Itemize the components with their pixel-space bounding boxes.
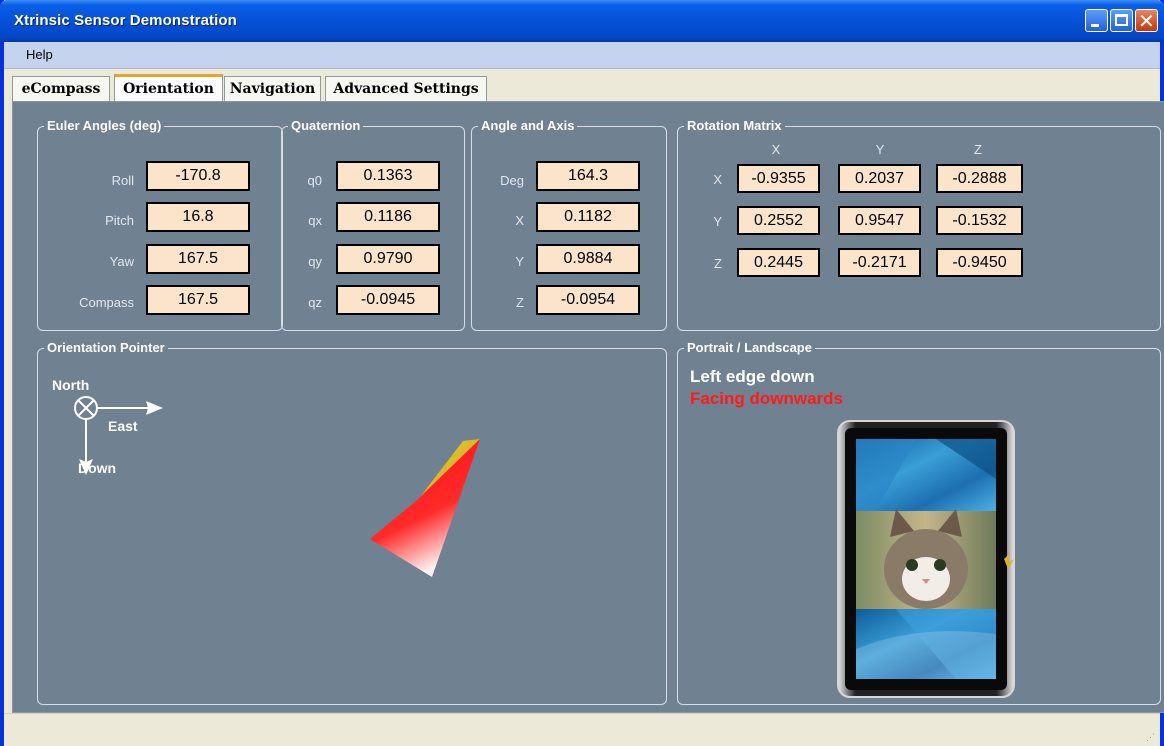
tab-navigation[interactable]: Navigation [224,76,321,101]
status-bar: ⋰ [4,713,1160,746]
matrix-xz: -0.2888 [936,164,1023,193]
yaw-label: Yaw [109,254,134,269]
roll-value: -170.8 [146,161,250,191]
orientation-panel: Euler Angles (deg) Roll -170.8 Pitch 16.… [12,101,1164,713]
qz-label: qz [308,295,322,310]
north-label: North [52,377,90,393]
close-button[interactable]: ✕ [1135,9,1158,33]
resize-grip-icon[interactable]: ⋰ [1146,732,1156,742]
matrix-row-x-label: X [713,172,722,187]
axis-z-label: Z [516,295,524,310]
qz-value: -0.0945 [336,285,440,315]
minimize-icon [1091,24,1099,27]
roll-label: Roll [111,173,134,188]
portrait-landscape-title: Portrait / Landscape [684,340,815,355]
matrix-xx: -0.9355 [737,164,820,193]
matrix-yz: -0.1532 [936,206,1023,235]
pitch-label: Pitch [105,213,134,228]
edge-status-text: Left edge down [690,367,815,386]
east-arrow-icon [98,401,163,415]
tablet-screen [856,439,996,679]
rotation-matrix-title: Rotation Matrix [684,118,785,133]
axis-x-label: X [515,213,524,228]
orientation-pointer-group: Orientation Pointer North East Down [37,340,667,705]
matrix-zz: -0.9450 [936,248,1023,277]
matrix-col-y: Y [875,142,885,157]
minimize-button[interactable] [1085,9,1108,32]
rotation-matrix-group: Rotation Matrix X Y Z X -0.9355 0.2037 -… [677,118,1161,331]
yaw-value: 167.5 [146,244,250,274]
matrix-yy: 0.9547 [838,206,921,235]
window-title: Xtrinsic Sensor Demonstration [14,12,237,29]
east-label: East [108,418,138,434]
menu-help[interactable]: Help [26,47,53,62]
qx-value: 0.1186 [336,202,440,232]
compass-value: 167.5 [146,285,250,315]
close-icon: ✕ [1138,9,1155,33]
matrix-zy: -0.2171 [838,248,921,277]
maximize-button[interactable] [1110,9,1133,32]
maximize-icon [1115,14,1128,26]
deg-label: Deg [500,173,524,188]
euler-angles-title: Euler Angles (deg) [44,118,165,133]
matrix-yx: 0.2552 [737,206,820,235]
qy-value: 0.9790 [336,244,440,274]
matrix-col-z: Z [974,142,982,157]
axis-z-value: -0.0954 [536,285,640,315]
tablet-image [837,420,1015,698]
matrix-row-y-label: Y [713,214,722,229]
quaternion-group: Quaternion q0 0.1363 qx 0.1186 qy 0.9790… [281,118,465,331]
app-window: Xtrinsic Sensor Demonstration ✕ Help eCo… [0,0,1164,746]
deg-value: 164.3 [536,161,640,191]
qx-label: qx [308,213,322,228]
portrait-landscape-group: Portrait / Landscape Left edge down Faci… [677,340,1161,705]
north-into-page-icon [74,396,98,420]
matrix-zx: 0.2445 [737,248,820,277]
q0-label: q0 [307,173,322,188]
angle-axis-title: Angle and Axis [478,118,578,133]
axis-y-value: 0.9884 [536,244,640,274]
quaternion-title: Quaternion [288,118,364,133]
matrix-xy: 0.2037 [838,164,921,193]
axis-x-value: 0.1182 [536,202,640,232]
matrix-col-x: X [771,142,781,157]
tab-advanced-settings[interactable]: Advanced Settings [325,76,487,101]
axis-y-label: Y [515,254,524,269]
tab-ecompass[interactable]: eCompass [12,76,110,101]
matrix-row-z-label: Z [714,256,722,271]
down-label: Down [78,460,117,476]
facing-status-text: Facing downwards [690,389,844,408]
angle-axis-group: Angle and Axis Deg 164.3 X 0.1182 Y 0.98… [471,118,667,331]
tab-orientation[interactable]: Orientation [114,74,223,102]
pitch-value: 16.8 [146,202,250,232]
compass-label: Compass [79,295,134,310]
orientation-pointer-title: Orientation Pointer [44,340,168,355]
q0-value: 0.1363 [336,161,440,191]
euler-angles-group: Euler Angles (deg) Roll -170.8 Pitch 16.… [37,118,283,331]
menu-bar: Help [4,42,1160,69]
title-bar[interactable]: Xtrinsic Sensor Demonstration ✕ [0,0,1164,42]
qy-label: qy [308,254,322,269]
orientation-pointer-3d [370,439,480,577]
